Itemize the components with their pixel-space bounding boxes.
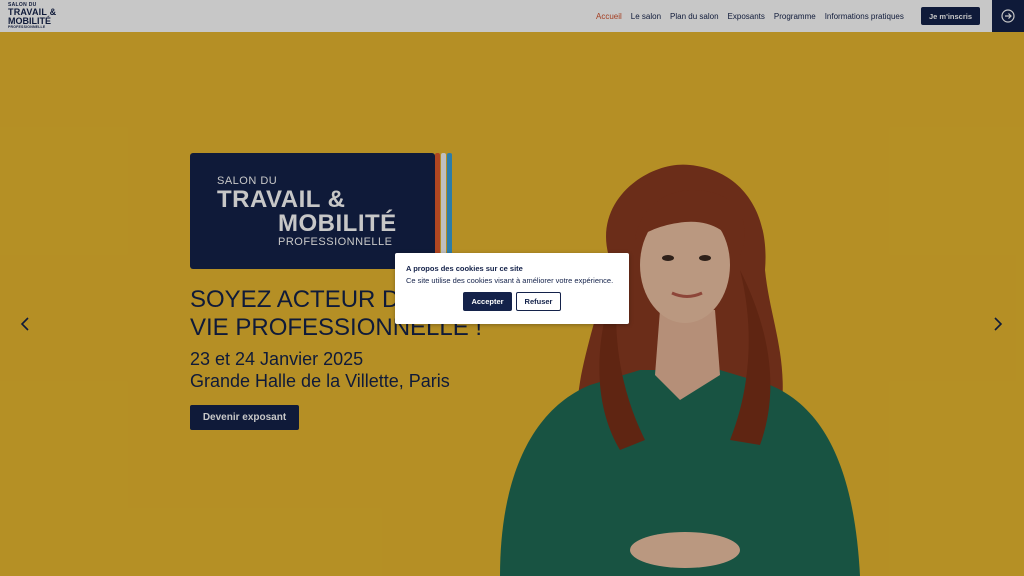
cookie-text: Ce site utilise des cookies visant à amé… — [406, 276, 614, 285]
cookie-title: A propos des cookies sur ce site — [406, 264, 523, 273]
accept-cookies-button[interactable]: Accepter — [463, 292, 512, 311]
refuse-cookies-button[interactable]: Refuser — [516, 292, 561, 311]
cookie-dialog: A propos des cookies sur ce site Ce site… — [395, 253, 629, 324]
